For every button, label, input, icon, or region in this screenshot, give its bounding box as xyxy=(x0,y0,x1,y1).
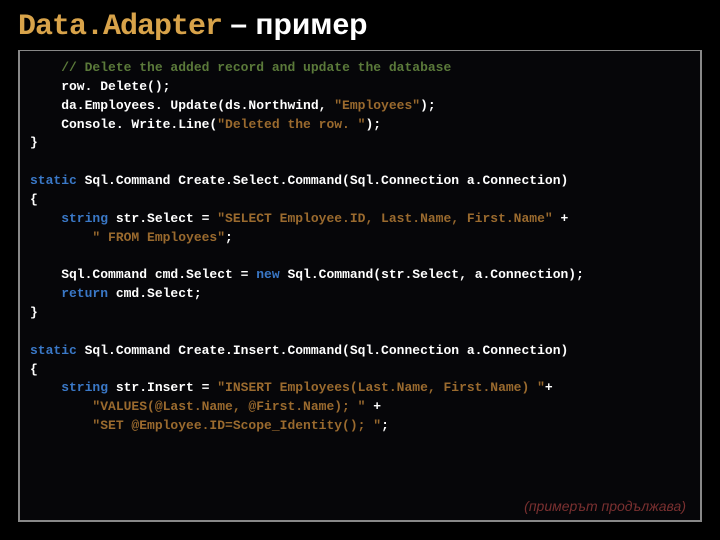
code-line: ; xyxy=(381,418,389,433)
code-comment: // Delete the added record and update th… xyxy=(61,60,451,75)
code-string: "Deleted the row. " xyxy=(217,117,365,132)
code-line: { xyxy=(30,362,38,377)
code-line: row. Delete(); xyxy=(30,79,170,94)
title-part-cyrillic: пример xyxy=(255,8,367,41)
code-line: Sql.Command Create.Select.Command(Sql.Co… xyxy=(77,173,568,188)
code-keyword: string xyxy=(30,211,108,226)
continuation-note: (примерът продължава) xyxy=(524,498,686,514)
code-line: + xyxy=(545,380,553,395)
code-line: ); xyxy=(420,98,436,113)
code-line: cmd.Select; xyxy=(108,286,202,301)
code-line: + xyxy=(553,211,569,226)
code-keyword: new xyxy=(256,267,279,282)
code-line: } xyxy=(30,135,38,150)
title-dash: – xyxy=(222,8,255,41)
code-line: Sql.Command Create.Insert.Command(Sql.Co… xyxy=(77,343,568,358)
code-keyword: static xyxy=(30,343,77,358)
code-string: "SET @Employee.ID=Scope_Identity(); " xyxy=(30,418,381,433)
code-line: + xyxy=(365,399,381,414)
code-line: da.Employees. Update(ds.Northwind, xyxy=(30,98,334,113)
slide-title: Data.Adapter – пример xyxy=(0,0,720,50)
code-line: } xyxy=(30,305,38,320)
code-line: str.Insert = xyxy=(108,380,217,395)
code-panel: // Delete the added record and update th… xyxy=(18,50,702,522)
code-string: "INSERT Employees(Last.Name, First.Name)… xyxy=(217,380,545,395)
code-keyword: static xyxy=(30,173,77,188)
code-keyword: return xyxy=(30,286,108,301)
code-line: str.Select = xyxy=(108,211,217,226)
code-line: Sql.Command cmd.Select = xyxy=(30,267,256,282)
code-line: ; xyxy=(225,230,233,245)
code-string: "Employees" xyxy=(334,98,420,113)
code-line: Console. Write.Line( xyxy=(30,117,217,132)
code-block: // Delete the added record and update th… xyxy=(30,59,690,436)
code-string: "SELECT Employee.ID, Last.Name, First.Na… xyxy=(217,211,552,226)
code-line: ); xyxy=(365,117,381,132)
code-keyword: string xyxy=(30,380,108,395)
code-line: { xyxy=(30,192,38,207)
code-line: Sql.Command(str.Select, a.Connection); xyxy=(280,267,584,282)
title-part-mono: Data.Adapter xyxy=(18,10,222,44)
code-string: "VALUES(@Last.Name, @First.Name); " xyxy=(30,399,365,414)
code-string: " FROM Employees" xyxy=(30,230,225,245)
